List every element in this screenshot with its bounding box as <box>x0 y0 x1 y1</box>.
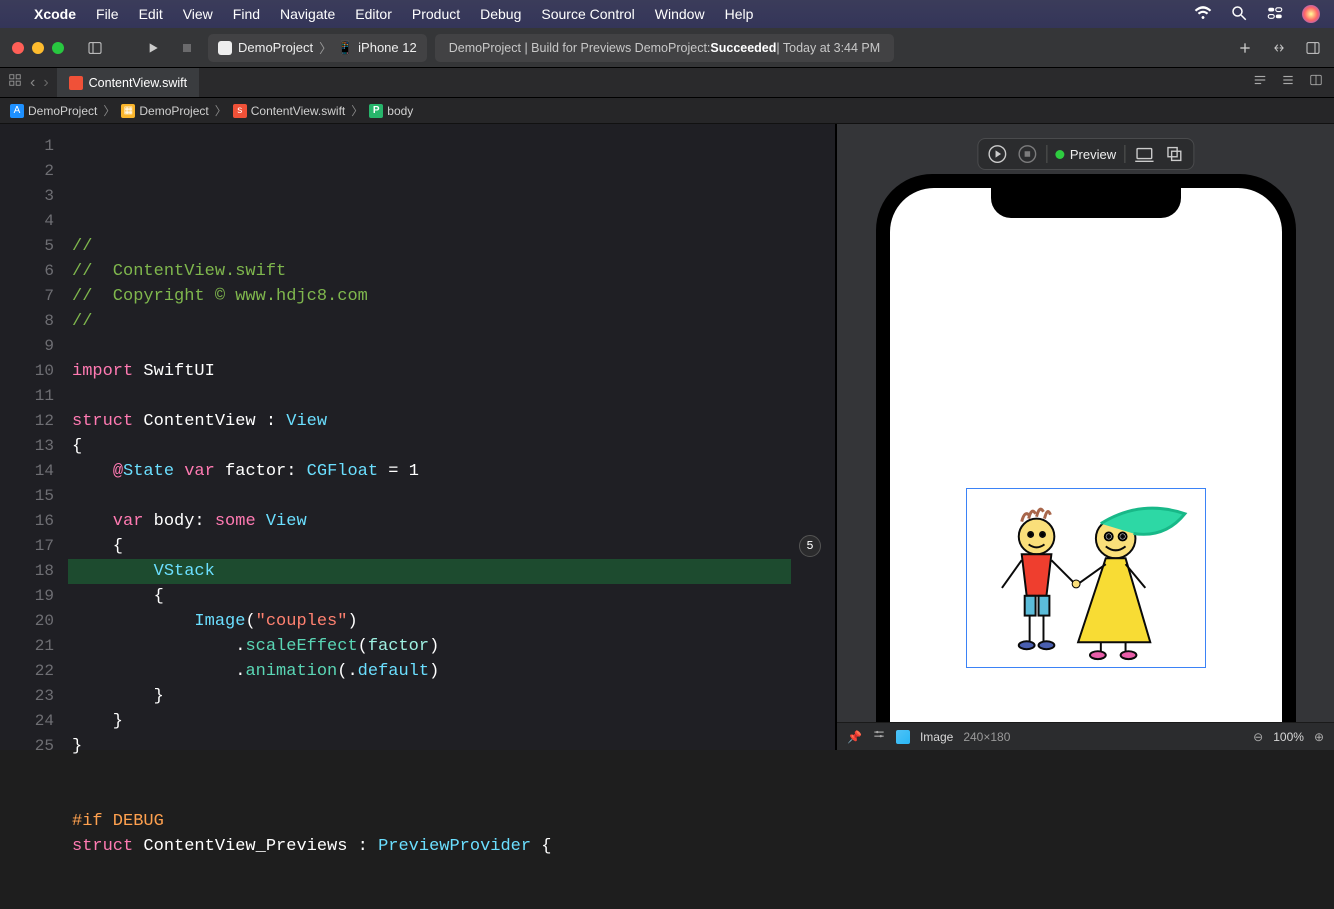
minimap-icon[interactable] <box>1252 73 1268 92</box>
menubar-find[interactable]: Find <box>233 6 260 22</box>
status-prefix: DemoProject | Build for Previews DemoPro… <box>449 41 711 55</box>
close-window-button[interactable] <box>12 42 24 54</box>
scheme-project: DemoProject <box>238 40 313 55</box>
zoom-window-button[interactable] <box>52 42 64 54</box>
menubar-sourcecontrol[interactable]: Source Control <box>541 6 634 22</box>
tab-label: ContentView.swift <box>89 76 187 90</box>
minimize-window-button[interactable] <box>32 42 44 54</box>
zoom-level[interactable]: 100% <box>1273 730 1304 744</box>
selected-element-name: Image <box>920 730 953 744</box>
nav-forward-icon[interactable]: › <box>43 74 48 92</box>
device-screen[interactable] <box>890 188 1282 722</box>
selected-image-view[interactable] <box>966 488 1206 668</box>
stop-button[interactable] <box>174 35 200 61</box>
user-avatar-icon[interactable] <box>1302 5 1320 23</box>
zoom-out-icon[interactable]: ⊖ <box>1253 730 1263 744</box>
status-result: Succeeded <box>710 41 776 55</box>
window-controls <box>12 42 64 54</box>
macos-menubar: Xcode File Edit View Find Navigate Edito… <box>0 0 1334 28</box>
menubar-view[interactable]: View <box>183 6 213 22</box>
status-dot-icon <box>1055 150 1064 159</box>
scheme-selector[interactable]: DemoProject 〉 📱 iPhone 12 <box>208 34 427 62</box>
related-items-icon[interactable] <box>8 73 22 92</box>
jump-bar[interactable]: A DemoProject 〉 ▦ DemoProject 〉 s Conten… <box>0 98 1334 124</box>
property-icon: P <box>369 104 383 118</box>
breadcrumb-folder[interactable]: DemoProject <box>139 104 208 118</box>
tab-contentview[interactable]: ContentView.swift <box>57 68 199 97</box>
menubar-help[interactable]: Help <box>725 6 754 22</box>
adjust-editor-icon[interactable] <box>1280 73 1296 92</box>
preview-toolbar: Preview <box>977 138 1194 170</box>
project-icon: A <box>10 104 24 118</box>
folder-icon: ▦ <box>121 104 135 118</box>
menubar-editor[interactable]: Editor <box>355 6 392 22</box>
menubar-product[interactable]: Product <box>412 6 460 22</box>
search-icon[interactable] <box>1230 4 1248 25</box>
preview-pane: Preview <box>837 124 1334 750</box>
menubar-file[interactable]: File <box>96 6 119 22</box>
breadcrumb-symbol[interactable]: body <box>387 104 413 118</box>
preview-footer: 📌 Image 240×180 ⊖ 100% ⊕ <box>837 722 1334 750</box>
live-preview-icon[interactable] <box>986 143 1008 165</box>
scheme-device: iPhone 12 <box>358 40 417 55</box>
line-gutter: 1234567891011121314151617181920212223242… <box>0 124 68 750</box>
wifi-icon[interactable] <box>1194 4 1212 25</box>
swift-file-icon <box>69 76 83 90</box>
preview-device-icon[interactable] <box>1133 143 1155 165</box>
preview-duplicate-icon[interactable] <box>1163 143 1185 165</box>
xcode-toolbar: DemoProject 〉 📱 iPhone 12 DemoProject | … <box>0 28 1334 68</box>
adjust-icon[interactable] <box>872 728 886 745</box>
menubar-navigate[interactable]: Navigate <box>280 6 335 22</box>
inspector-toggle-icon[interactable] <box>1300 35 1326 61</box>
zoom-in-icon[interactable]: ⊕ <box>1314 730 1324 744</box>
swift-icon: s <box>233 104 247 118</box>
add-icon[interactable] <box>1232 35 1258 61</box>
nav-back-icon[interactable]: ‹ <box>30 74 35 92</box>
activity-status[interactable]: DemoProject | Build for Previews DemoPro… <box>435 34 894 62</box>
device-notch <box>991 188 1181 218</box>
control-center-icon[interactable] <box>1266 4 1284 25</box>
selected-element-dims: 240×180 <box>963 730 1010 744</box>
add-editor-icon[interactable] <box>1308 73 1324 92</box>
code-editor[interactable]: 1234567891011121314151617181920212223242… <box>0 124 835 750</box>
preview-label-group[interactable]: Preview <box>1055 147 1116 162</box>
breadcrumb-project[interactable]: DemoProject <box>28 104 97 118</box>
breadcrumb-file[interactable]: ContentView.swift <box>251 104 346 118</box>
menubar-window[interactable]: Window <box>655 6 705 22</box>
run-button[interactable] <box>140 35 166 61</box>
status-time: | Today at 3:44 PM <box>776 41 880 55</box>
library-icon[interactable] <box>1266 35 1292 61</box>
menubar-debug[interactable]: Debug <box>480 6 521 22</box>
menubar-edit[interactable]: Edit <box>139 6 163 22</box>
menubar-app-name[interactable]: Xcode <box>34 6 76 22</box>
device-frame <box>876 174 1296 722</box>
selectable-preview-icon[interactable] <box>1016 143 1038 165</box>
pin-icon[interactable]: 📌 <box>847 730 862 744</box>
image-type-icon <box>896 730 910 744</box>
tab-bar: ‹ › ContentView.swift <box>0 68 1334 98</box>
preview-label: Preview <box>1070 147 1116 162</box>
navigator-toggle-icon[interactable] <box>82 35 108 61</box>
